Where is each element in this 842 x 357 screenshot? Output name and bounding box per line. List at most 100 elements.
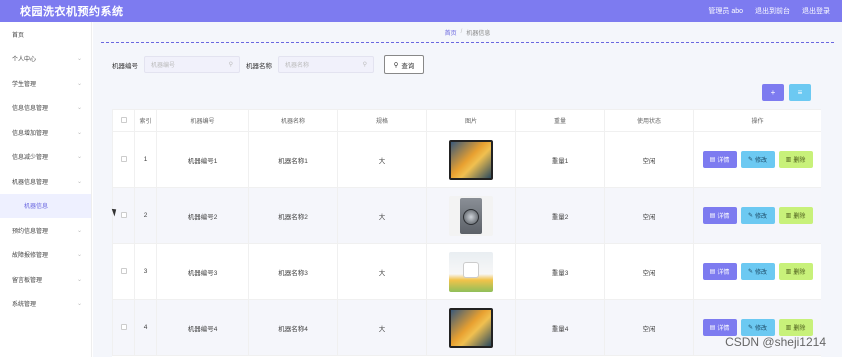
breadcrumb-home[interactable]: 首页 bbox=[445, 28, 457, 37]
sidebar-item[interactable]: 信息信息管理 ⌄ bbox=[0, 96, 91, 121]
sidebar-item[interactable]: 留言板管理 ⌄ bbox=[0, 267, 91, 292]
trash-icon: ▥ bbox=[785, 213, 792, 219]
table-header-row: 索引 机器编号 机器名称 规格 图片 重量 使用状态 操作 bbox=[112, 109, 821, 132]
index-cell: 3 bbox=[134, 243, 157, 300]
edit-button[interactable]: ✎ 修改 bbox=[740, 151, 775, 168]
status-cell: 空闲 bbox=[604, 299, 694, 356]
weight-cell: 重量4 bbox=[515, 299, 605, 356]
row-select-cell bbox=[112, 131, 135, 188]
machine-name-cell: 机器名称1 bbox=[248, 131, 338, 188]
image-cell bbox=[426, 131, 516, 188]
query-label: 查询 bbox=[401, 62, 415, 70]
edit-button[interactable]: ✎ 修改 bbox=[740, 319, 775, 336]
document-icon: ▤ bbox=[709, 325, 716, 331]
sidebar-item[interactable]: 机器信息管理 ⌄ bbox=[0, 169, 91, 194]
app-header: 校园洗衣机预约系统 管理员 abo 退出到前台 退出登录 bbox=[0, 0, 842, 22]
machine-name-cell: 机器名称4 bbox=[248, 299, 338, 356]
batch-delete-button[interactable]: ≡ bbox=[789, 84, 811, 101]
sidebar-item-label: 故障报修管理 bbox=[12, 253, 49, 260]
machine-code-label: 机器编号 bbox=[112, 62, 138, 70]
sidebar-item[interactable]: 系统管理 ⌄ bbox=[0, 292, 91, 317]
pencil-icon: ✎ bbox=[747, 157, 753, 163]
sidebar-item[interactable]: 故障报修管理 ⌄ bbox=[0, 243, 91, 268]
document-icon: ▤ bbox=[709, 213, 716, 219]
detail-button[interactable]: ▤ 详情 bbox=[702, 263, 737, 280]
breadcrumb: 首页 / 机器信息 bbox=[101, 22, 834, 43]
logout-link[interactable]: 退出登录 bbox=[802, 6, 830, 16]
select-all-checkbox[interactable] bbox=[120, 116, 127, 123]
weight-cell: 重量3 bbox=[515, 243, 605, 300]
table-row: 3 机器编号3 机器名称3 大重量3 空闲 ▤ 详情 ✎ 修改 ▥ 删除 bbox=[112, 243, 821, 300]
sidebar-item[interactable]: 信息增加管理 ⌄ bbox=[0, 120, 91, 145]
query-button[interactable]: ⚲ 查询 bbox=[384, 55, 424, 74]
operations-cell: ▤ 详情 ✎ 修改 ▥ 删除 bbox=[693, 131, 821, 188]
row-select-cell bbox=[112, 299, 135, 356]
edit-button-label: 修改 bbox=[755, 270, 768, 276]
delete-button[interactable]: ▥ 删除 bbox=[778, 151, 813, 168]
delete-button[interactable]: ▥ 删除 bbox=[778, 207, 813, 224]
row-checkbox[interactable] bbox=[120, 155, 127, 162]
machine-thumbnail bbox=[449, 139, 493, 180]
sidebar-item-label: 首页 bbox=[12, 32, 25, 39]
app-title: 校园洗衣机预约系统 bbox=[20, 6, 124, 18]
sidebar-item-label: 个人中心 bbox=[12, 57, 37, 64]
edit-button-label: 修改 bbox=[755, 158, 768, 164]
sidebar-item[interactable]: 个人中心 ⌄ bbox=[0, 47, 91, 72]
row-checkbox[interactable] bbox=[120, 211, 127, 218]
pencil-icon: ✎ bbox=[747, 213, 753, 219]
delete-button[interactable]: ▥ 删除 bbox=[778, 319, 813, 336]
machine-name-input[interactable]: 机器名称 ⚲ bbox=[278, 56, 374, 73]
row-checkbox[interactable] bbox=[120, 323, 127, 330]
image-cell bbox=[426, 299, 516, 356]
machine-thumbnail bbox=[449, 307, 493, 348]
chevron-down-icon: ⌄ bbox=[76, 105, 82, 112]
status-cell: 空闲 bbox=[604, 131, 694, 188]
admin-label: 管理员 abo bbox=[708, 8, 743, 15]
detail-button[interactable]: ▤ 详情 bbox=[702, 319, 737, 336]
back-to-frontend-link[interactable]: 退出到前台 bbox=[755, 6, 790, 16]
image-cell bbox=[426, 187, 516, 244]
operations-cell: ▤ 详情 ✎ 修改 ▥ 删除 bbox=[693, 187, 821, 244]
chevron-down-icon: ⌄ bbox=[76, 178, 82, 185]
sidebar-item-label: 信息信息管理 bbox=[12, 106, 49, 113]
row-checkbox[interactable] bbox=[120, 267, 127, 274]
sidebar-item[interactable]: 首页 bbox=[0, 22, 91, 47]
column-header[interactable] bbox=[112, 109, 135, 132]
search-icon: ⚲ bbox=[228, 62, 233, 68]
sidebar-item-label: 留言板管理 bbox=[12, 277, 43, 284]
table-row: 2 机器编号2 机器名称2 大重量2 空闲 ▤ 详情 ✎ 修改 ▥ 删除 bbox=[112, 187, 821, 244]
sidebar-item[interactable]: 学生管理 ⌄ bbox=[0, 71, 91, 96]
operations-cell: ▤ 详情 ✎ 修改 ▥ 删除 bbox=[693, 243, 821, 300]
chevron-down-icon: ⌄ bbox=[76, 276, 82, 283]
trash-icon: ▥ bbox=[785, 325, 792, 331]
add-button[interactable]: + bbox=[762, 84, 784, 101]
machine-code-cell: 机器编号3 bbox=[156, 243, 249, 300]
chevron-down-icon: ⌄ bbox=[76, 154, 82, 161]
toolbar-actions: + ≡ bbox=[762, 84, 811, 101]
edit-button[interactable]: ✎ 修改 bbox=[740, 263, 775, 280]
column-header: 索引 bbox=[134, 109, 157, 132]
delete-button[interactable]: ▥ 删除 bbox=[778, 263, 813, 280]
spec-cell: 大 bbox=[337, 187, 427, 244]
sidebar-item[interactable]: 预约信息管理 ⌄ bbox=[0, 218, 91, 243]
column-header: 机器名称 bbox=[248, 109, 338, 132]
column-header: 重量 bbox=[515, 109, 605, 132]
edit-button[interactable]: ✎ 修改 bbox=[740, 207, 775, 224]
column-header: 机器编号 bbox=[156, 109, 249, 132]
status-cell: 空闲 bbox=[604, 243, 694, 300]
machine-thumbnail bbox=[449, 195, 493, 236]
machine-code-input[interactable]: 机器编号 ⚲ bbox=[144, 56, 240, 73]
machine-name-label: 机器名称 bbox=[246, 62, 272, 70]
sidebar-item[interactable]: 信息减少管理 ⌄ bbox=[0, 145, 91, 170]
column-header: 使用状态 bbox=[604, 109, 694, 132]
sidebar-item[interactable]: 机器信息 bbox=[0, 193, 91, 218]
sidebar-item-label: 机器信息 bbox=[24, 204, 49, 211]
spec-cell: 大 bbox=[337, 131, 427, 188]
image-cell bbox=[426, 243, 516, 300]
detail-button[interactable]: ▤ 详情 bbox=[702, 207, 737, 224]
detail-button-label: 详情 bbox=[717, 214, 730, 220]
machine-name-cell: 机器名称3 bbox=[248, 243, 338, 300]
status-cell: 空闲 bbox=[604, 187, 694, 244]
column-header: 操作 bbox=[693, 109, 821, 132]
detail-button[interactable]: ▤ 详情 bbox=[702, 151, 737, 168]
